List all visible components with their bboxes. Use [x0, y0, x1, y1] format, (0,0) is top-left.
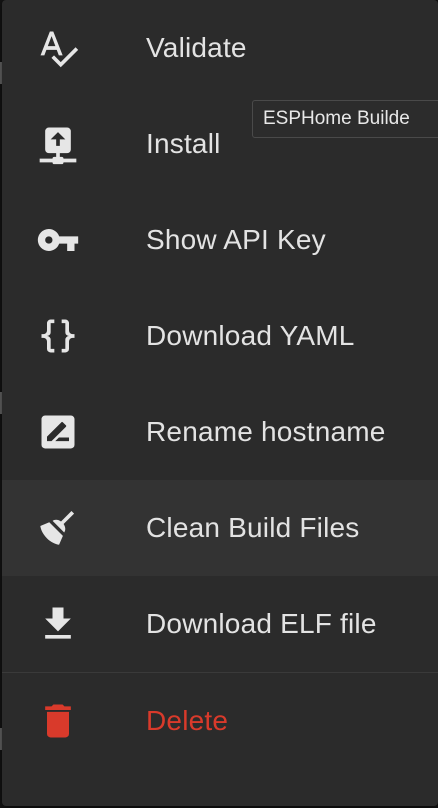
menu-item-label: Delete: [146, 705, 229, 736]
download-icon: [36, 602, 80, 646]
menu-item-rename-hostname[interactable]: Rename hostname: [2, 384, 438, 480]
code-braces-icon: [36, 314, 80, 358]
menu-item-download-elf-file[interactable]: Download ELF file: [2, 576, 438, 672]
broom-icon: [36, 506, 80, 550]
tooltip: ESPHome Builde: [252, 100, 438, 138]
delete-icon: [36, 699, 80, 743]
menu-item-label: Rename hostname: [146, 416, 386, 447]
menu-item-delete[interactable]: Delete: [2, 673, 438, 769]
menu-item-label: Download ELF file: [146, 608, 377, 639]
menu-item-label: Install: [146, 128, 221, 159]
upload-network-icon: [36, 122, 80, 166]
menu-item-download-yaml[interactable]: Download YAML: [2, 288, 438, 384]
menu-item-label: Show API Key: [146, 224, 326, 255]
menu-item-clean-build-files[interactable]: Clean Build Files: [2, 480, 438, 576]
key-icon: [36, 218, 80, 262]
menu-item-label: Clean Build Files: [146, 512, 360, 543]
menu-item-validate[interactable]: Validate: [2, 0, 438, 96]
menu-item-show-api-key[interactable]: Show API Key: [2, 192, 438, 288]
rename-box-icon: [36, 410, 80, 454]
spellcheck-icon: [36, 26, 80, 70]
menu-item-label: Download YAML: [146, 320, 355, 351]
menu-item-label: Validate: [146, 32, 247, 63]
